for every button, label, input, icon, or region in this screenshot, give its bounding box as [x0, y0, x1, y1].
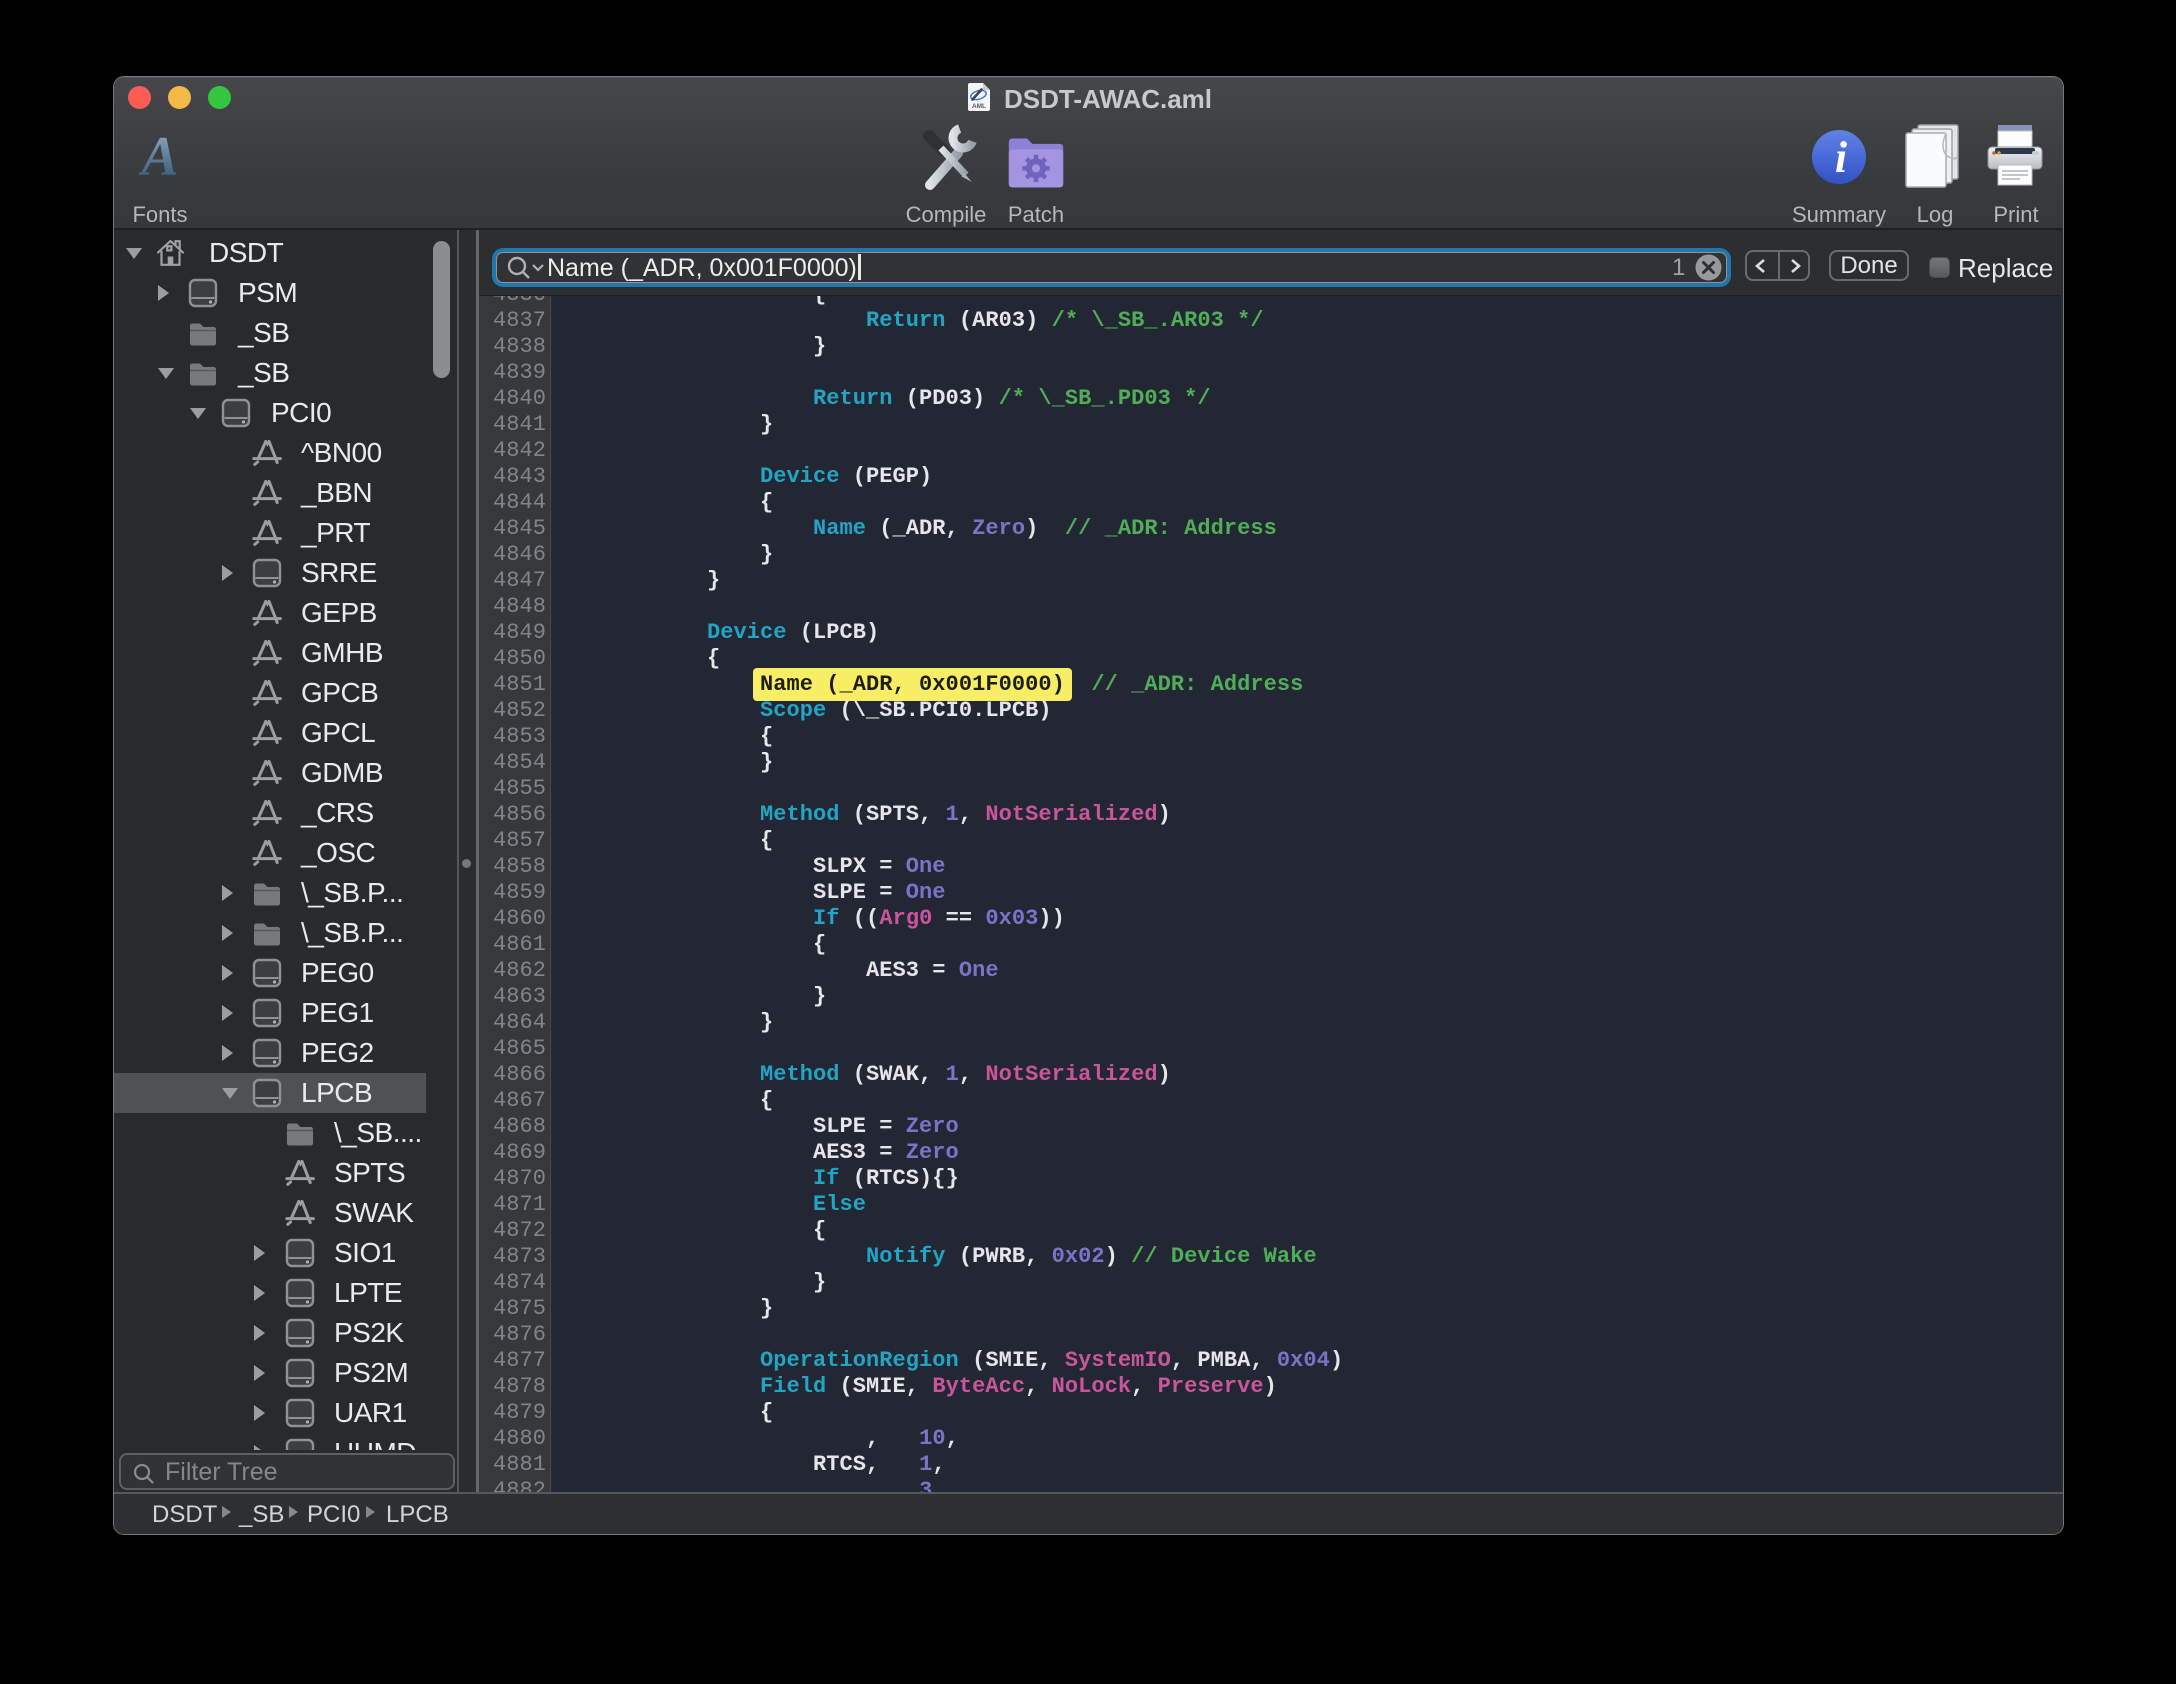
- svg-text:AML: AML: [972, 103, 986, 110]
- svg-text:i: i: [1835, 133, 1848, 182]
